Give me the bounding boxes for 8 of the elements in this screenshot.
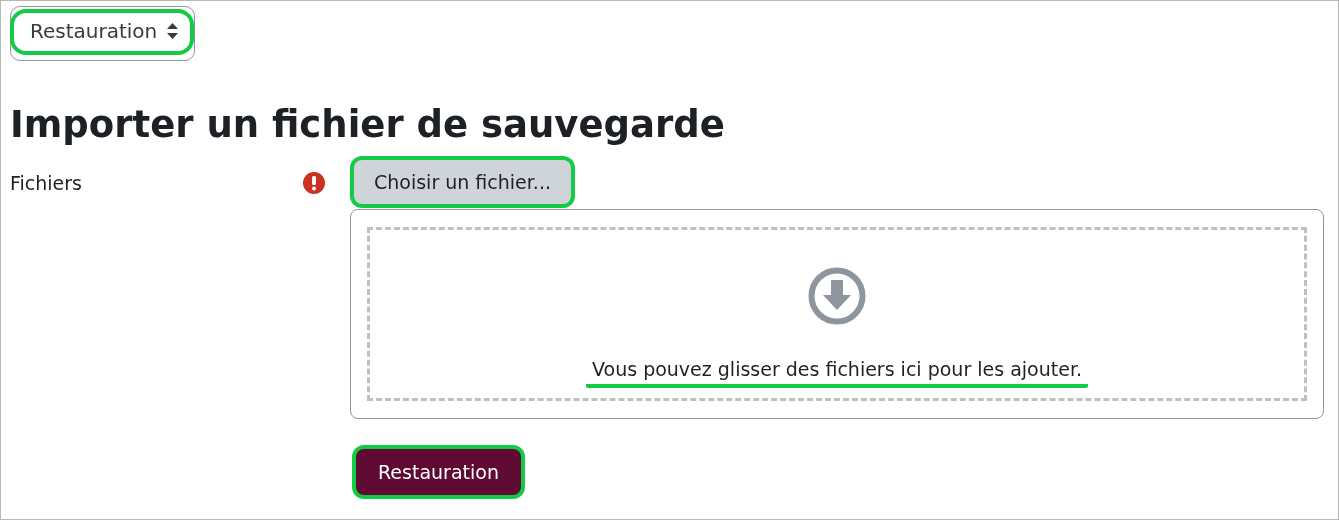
- drop-zone[interactable]: Vous pouvez glisser des fichiers ici pour les ajouter.: [367, 226, 1307, 401]
- field-label: Fichiers: [10, 170, 83, 194]
- select-dropdown[interactable]: Restauration: [10, 6, 196, 61]
- select-value: Restauration: [30, 19, 158, 43]
- drop-hint: Vous pouvez glisser des fichiers ici pour les ajouter.: [586, 357, 1088, 388]
- sort-caret-icon: [167, 23, 179, 39]
- download-icon: [807, 265, 867, 326]
- page-heading: Importer un fichier de sauvegarde: [10, 105, 726, 146]
